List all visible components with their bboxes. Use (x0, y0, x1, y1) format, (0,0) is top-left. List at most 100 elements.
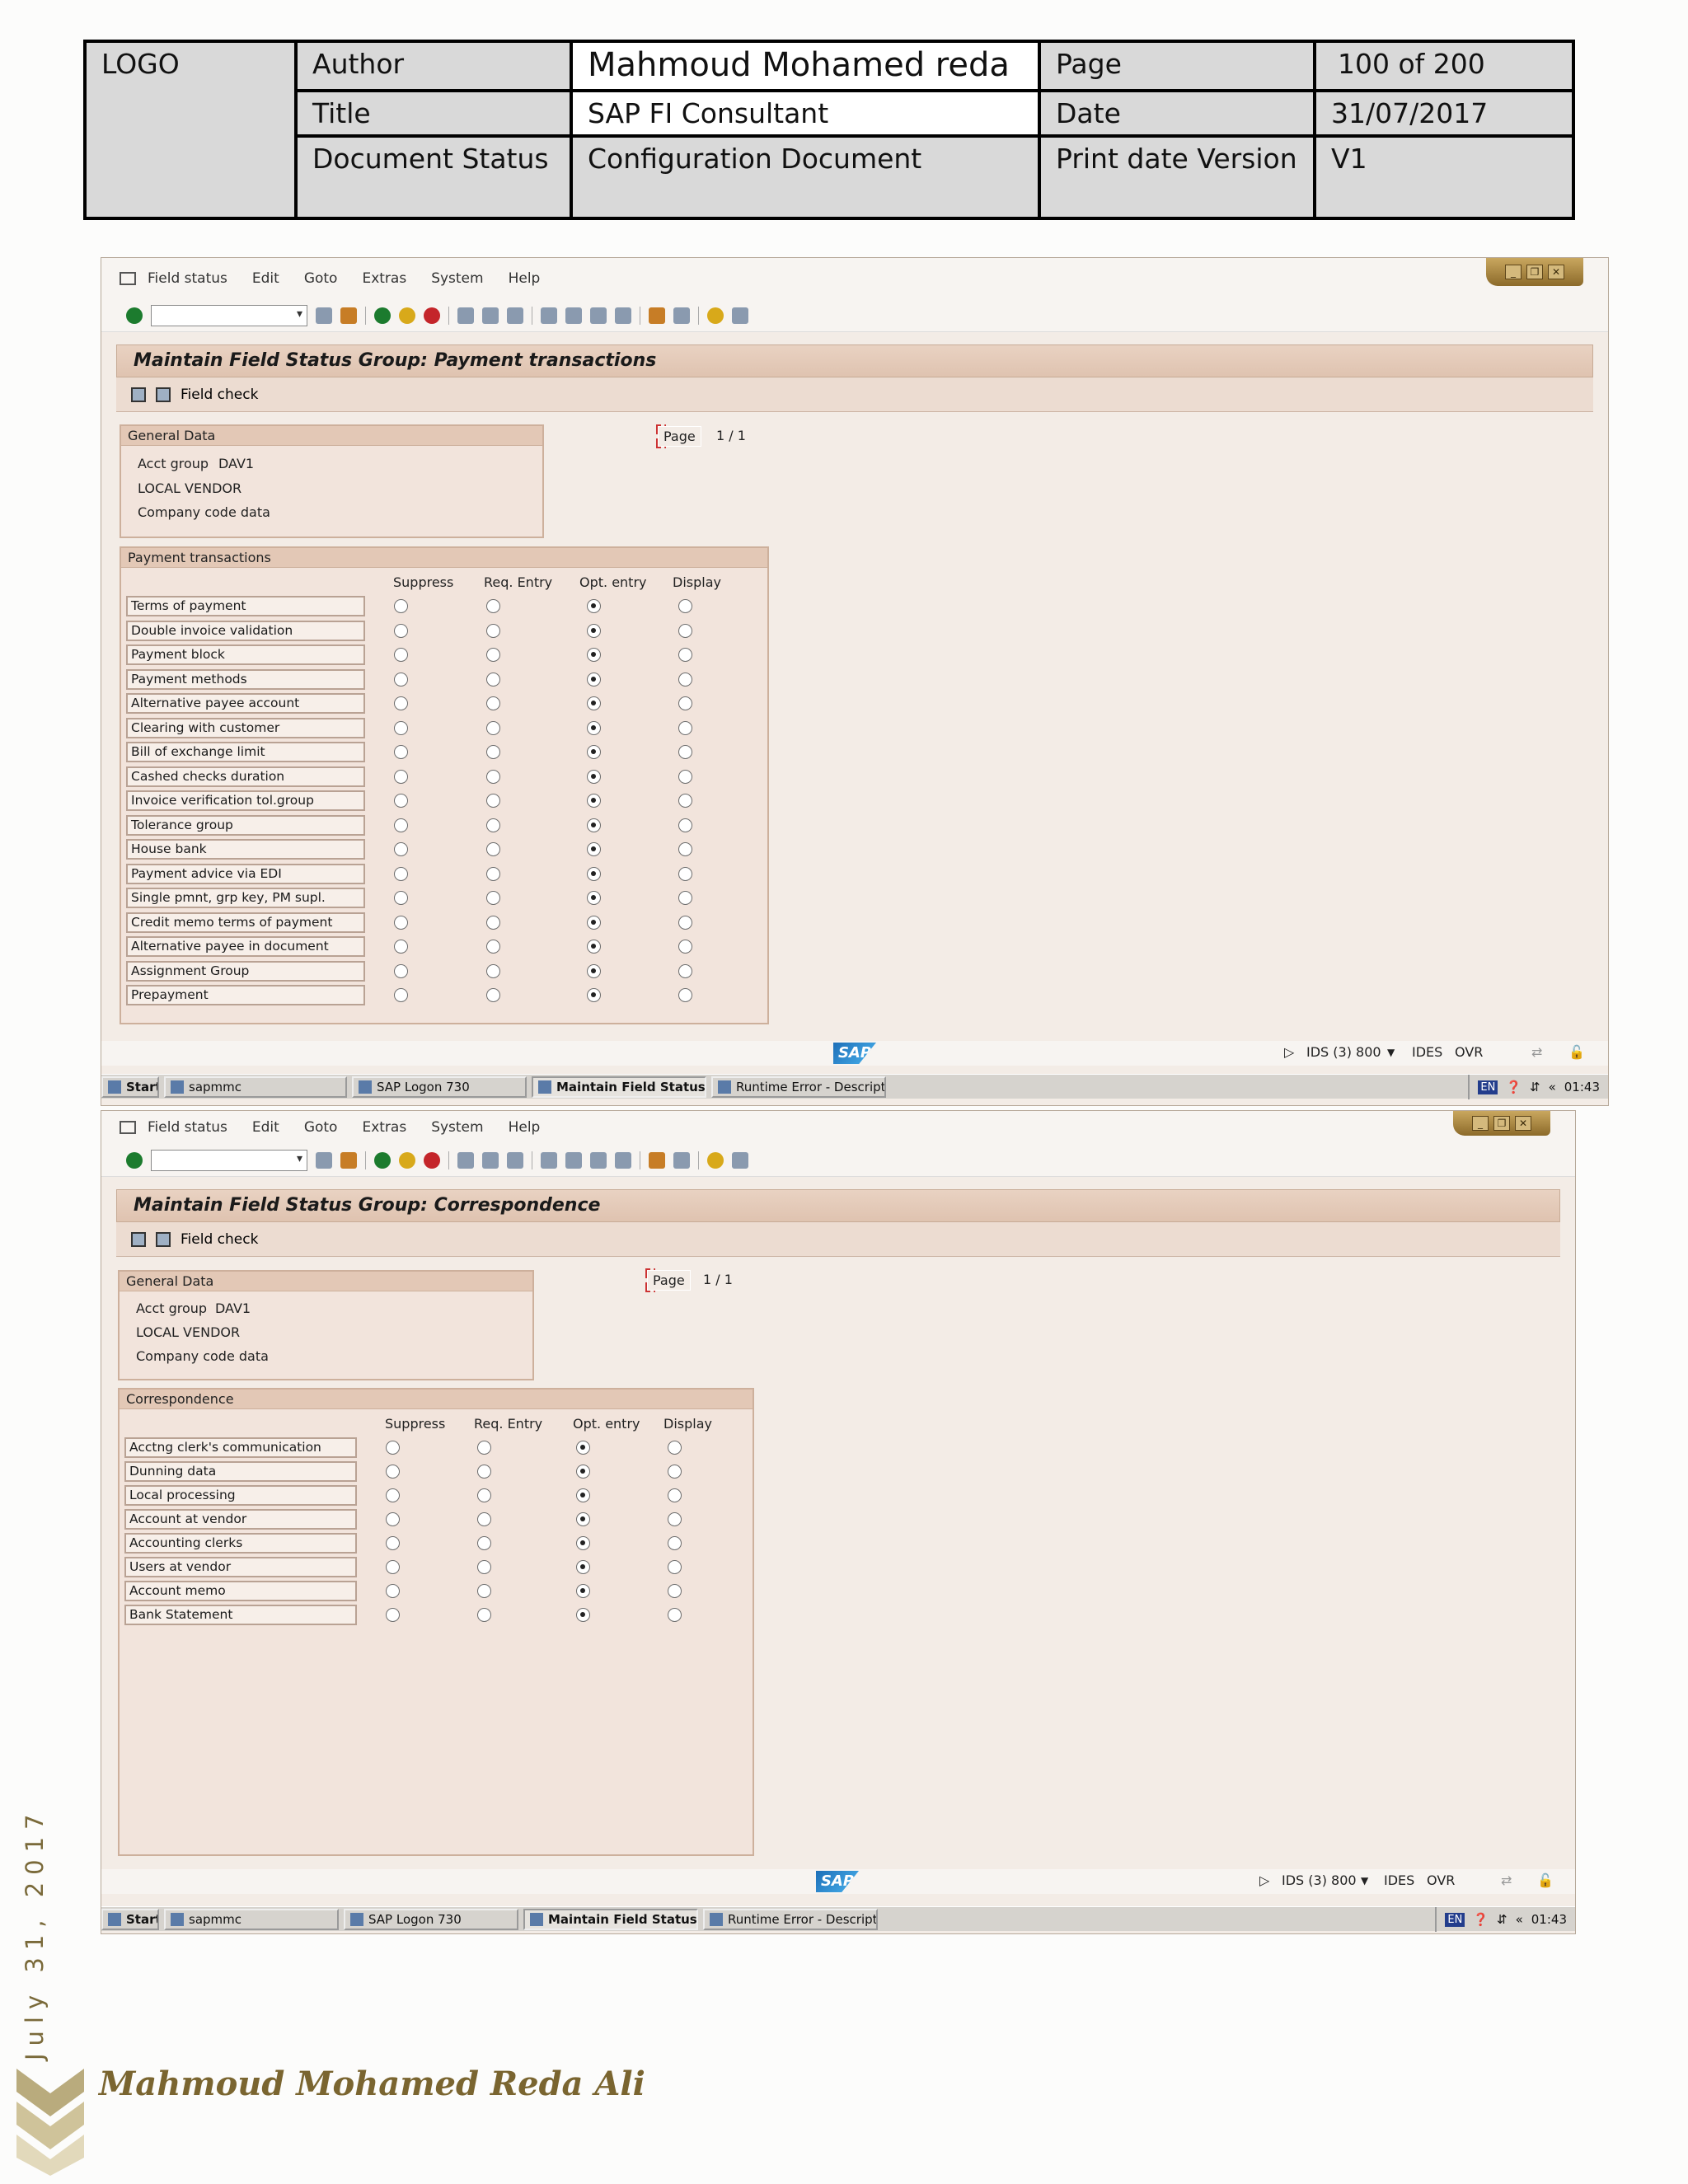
radio-opt-entry[interactable] (587, 696, 601, 710)
first-page-icon[interactable] (541, 1151, 557, 1169)
radio-req-entry[interactable] (486, 818, 500, 832)
radio-display[interactable] (678, 720, 692, 735)
help-tray-icon[interactable]: ❓ (1473, 1912, 1489, 1927)
radio-suppress[interactable] (394, 648, 408, 662)
taskbar-item-sapmmc[interactable]: sapmmc (164, 1908, 339, 1930)
radio-opt-entry[interactable] (587, 745, 601, 759)
radio-req-entry[interactable] (477, 1465, 491, 1479)
radio-opt-entry[interactable] (576, 1536, 590, 1550)
radio-display[interactable] (678, 648, 692, 662)
radio-suppress[interactable] (386, 1512, 400, 1526)
menu-edit[interactable]: Edit (252, 270, 279, 287)
radio-display[interactable] (678, 745, 692, 759)
radio-suppress[interactable] (386, 1488, 400, 1502)
radio-suppress[interactable] (386, 1584, 400, 1598)
radio-display[interactable] (678, 963, 692, 978)
taskbar-item-maintain[interactable]: Maintain Field Status ... (523, 1908, 698, 1930)
radio-req-entry[interactable] (486, 988, 500, 1002)
back-arrow-icon[interactable] (316, 1151, 332, 1169)
menu-extras[interactable]: Extras (362, 1119, 406, 1136)
menu-goto[interactable]: Goto (304, 1119, 338, 1136)
command-field[interactable] (151, 304, 307, 326)
radio-display[interactable] (668, 1536, 682, 1550)
radio-opt-entry[interactable] (587, 866, 601, 881)
radio-display[interactable] (678, 866, 692, 881)
radio-suppress[interactable] (394, 599, 408, 613)
layout-icon[interactable] (732, 307, 748, 324)
close-icon[interactable]: ✕ (1515, 1116, 1531, 1131)
previous-page-icon[interactable] (565, 1151, 582, 1169)
print-icon[interactable] (457, 307, 474, 324)
menu-field-status[interactable]: Field status (148, 270, 227, 287)
taskbar-item-maintain[interactable]: Maintain Field Status ... (532, 1076, 706, 1098)
radio-opt-entry[interactable] (587, 648, 601, 662)
radio-opt-entry[interactable] (587, 720, 601, 735)
radio-suppress[interactable] (394, 940, 408, 954)
radio-suppress[interactable] (394, 623, 408, 638)
help-tray-icon[interactable]: ❓ (1506, 1080, 1522, 1094)
radio-display[interactable] (678, 623, 692, 638)
radio-display[interactable] (668, 1584, 682, 1598)
radio-opt-entry[interactable] (587, 963, 601, 978)
radio-display[interactable] (668, 1512, 682, 1526)
radio-opt-entry[interactable] (587, 915, 601, 930)
radio-req-entry[interactable] (486, 963, 500, 978)
radio-opt-entry[interactable] (587, 891, 601, 905)
radio-display[interactable] (678, 842, 692, 856)
radio-opt-entry[interactable] (576, 1512, 590, 1526)
radio-req-entry[interactable] (486, 623, 500, 638)
find-icon[interactable] (482, 1151, 499, 1169)
minimize-icon[interactable]: _ (1505, 265, 1522, 279)
menu-help[interactable]: Help (509, 1119, 541, 1136)
radio-suppress[interactable] (394, 672, 408, 687)
radio-opt-entry[interactable] (587, 988, 601, 1002)
layout-icon[interactable] (732, 1151, 748, 1169)
menu-extras[interactable]: Extras (362, 270, 406, 287)
previous-page-icon[interactable] (565, 307, 582, 324)
radio-opt-entry[interactable] (587, 818, 601, 832)
start-button[interactable]: Start (101, 1076, 159, 1098)
back-arrow-icon[interactable] (316, 307, 332, 324)
radio-opt-entry[interactable] (576, 1608, 590, 1622)
start-button[interactable]: Start (101, 1908, 159, 1930)
close-icon[interactable]: ✕ (1548, 265, 1564, 279)
exit-icon[interactable] (399, 1151, 415, 1169)
taskbar-item-sap-logon[interactable]: SAP Logon 730 (352, 1076, 527, 1098)
radio-suppress[interactable] (386, 1608, 400, 1622)
command-field[interactable] (151, 1149, 307, 1171)
radio-opt-entry[interactable] (587, 672, 601, 687)
cancel-icon[interactable] (424, 307, 440, 324)
radio-opt-entry[interactable] (587, 842, 601, 856)
radio-suppress[interactable] (394, 915, 408, 930)
menu-icon[interactable] (120, 272, 136, 285)
language-indicator[interactable]: EN (1478, 1080, 1498, 1094)
status-expand-icon[interactable]: ▷ (1259, 1872, 1269, 1888)
radio-display[interactable] (678, 915, 692, 930)
field-check-button[interactable]: Field check (181, 1231, 258, 1248)
back-icon[interactable] (374, 1151, 391, 1169)
radio-suppress[interactable] (394, 720, 408, 735)
field-check-button[interactable]: Field check (181, 387, 258, 403)
taskbar-item-sapmmc[interactable]: sapmmc (164, 1076, 347, 1098)
restore-icon[interactable]: ❐ (1526, 265, 1543, 279)
system-info[interactable]: IDS (3) 800 (1282, 1872, 1357, 1888)
radio-display[interactable] (678, 769, 692, 784)
status-expand-icon[interactable]: ▷ (1284, 1044, 1294, 1060)
find-icon[interactable] (482, 307, 499, 324)
radio-display[interactable] (668, 1465, 682, 1479)
radio-req-entry[interactable] (486, 769, 500, 784)
new-session-icon[interactable] (649, 1151, 665, 1169)
radio-req-entry[interactable] (486, 720, 500, 735)
system-info[interactable]: IDS (3) 800 (1306, 1044, 1381, 1060)
radio-req-entry[interactable] (486, 891, 500, 905)
new-session-icon[interactable] (649, 307, 665, 324)
radio-opt-entry[interactable] (576, 1584, 590, 1598)
next-page-icon[interactable] (590, 307, 607, 324)
enter-icon[interactable] (126, 307, 143, 324)
shortcut-icon[interactable] (673, 1151, 690, 1169)
radio-opt-entry[interactable] (576, 1560, 590, 1574)
radio-suppress[interactable] (394, 818, 408, 832)
next-page-icon[interactable] (590, 1151, 607, 1169)
radio-suppress[interactable] (394, 794, 408, 808)
radio-opt-entry[interactable] (576, 1488, 590, 1502)
